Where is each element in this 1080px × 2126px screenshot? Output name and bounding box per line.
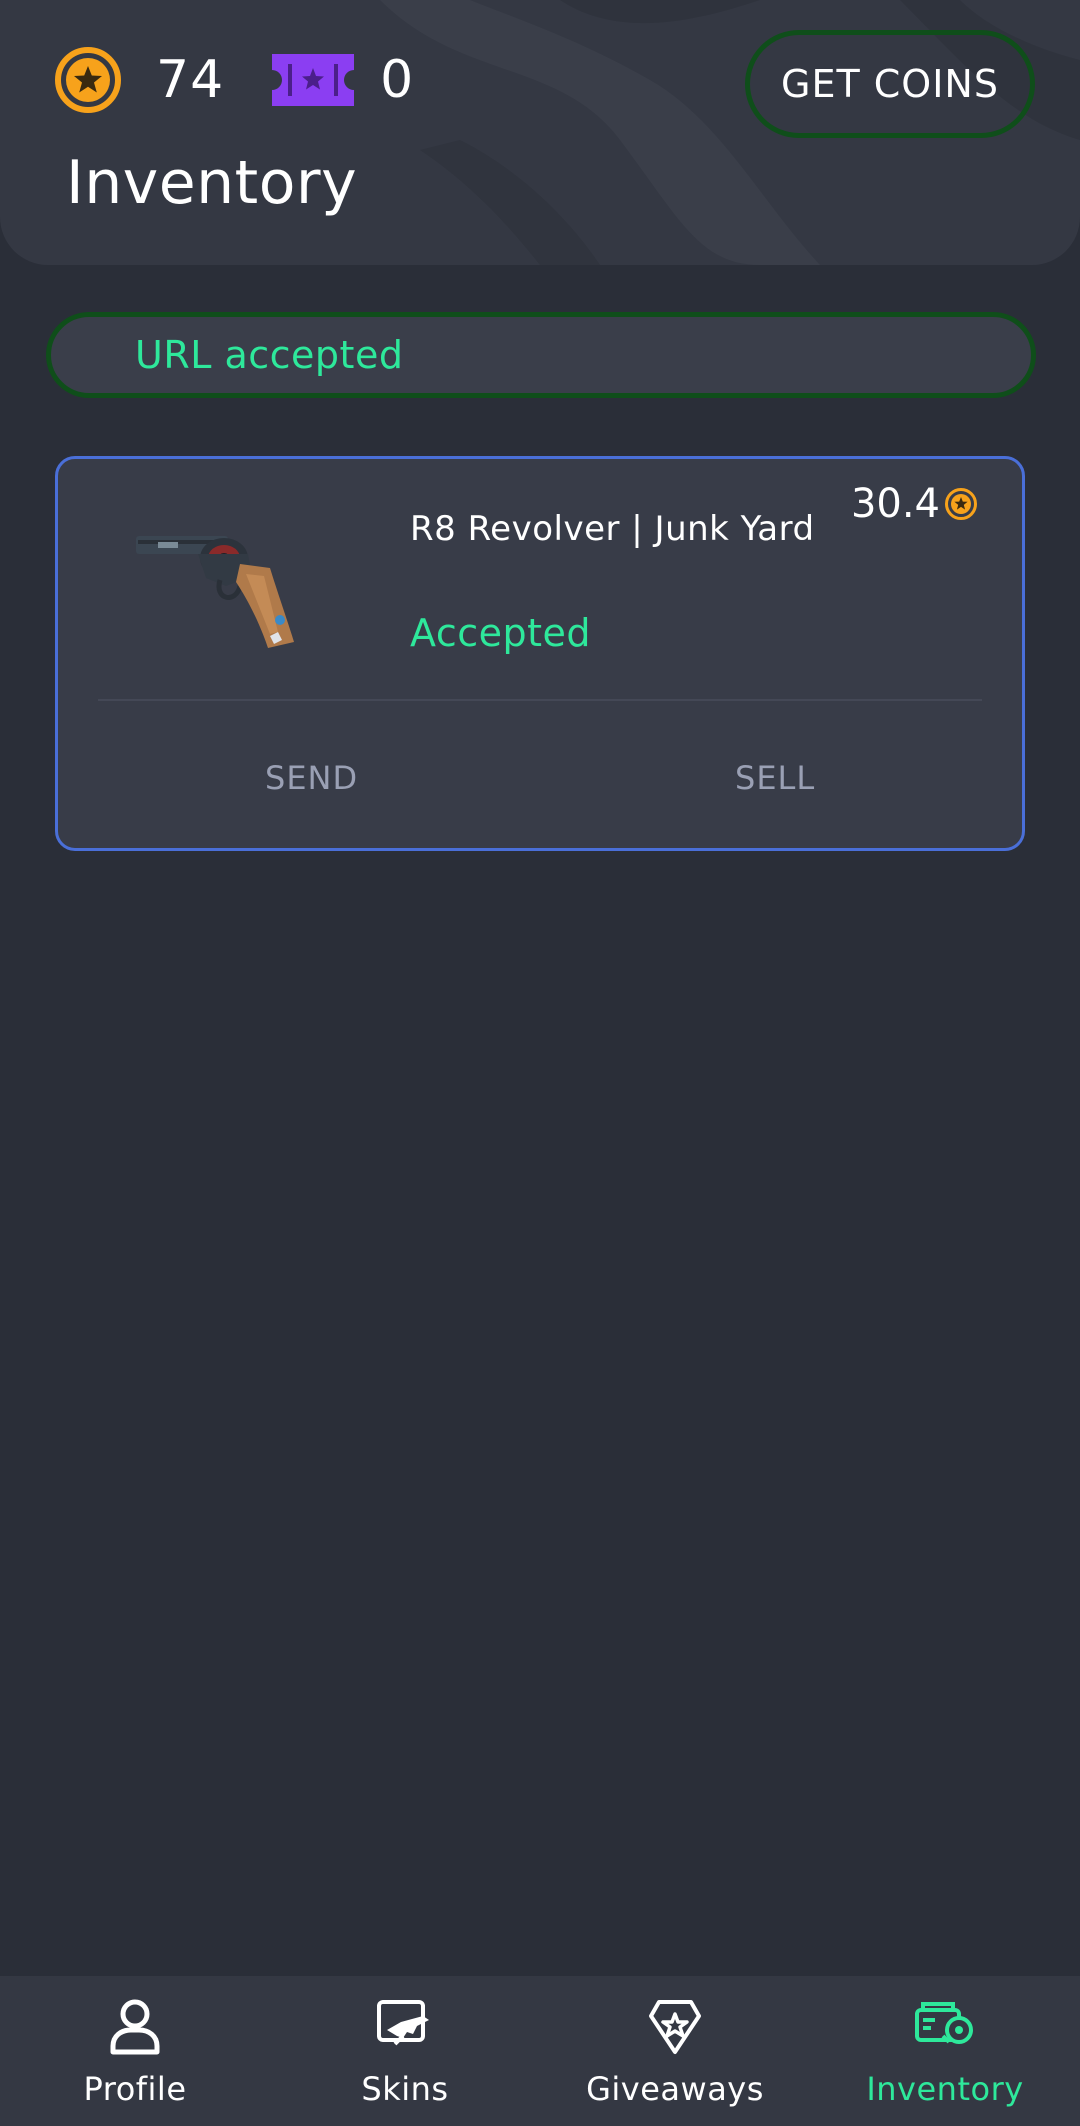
- send-button[interactable]: SEND: [265, 759, 358, 797]
- item-status: Accepted: [410, 611, 592, 655]
- nav-item-giveaways[interactable]: Giveaways: [540, 1976, 810, 2126]
- page-title: Inventory: [66, 148, 358, 218]
- nav-label-profile: Profile: [83, 2070, 187, 2108]
- card-divider: [98, 699, 982, 701]
- inventory-screen: 74 0 GET COINS Inventory URL accepted R8…: [0, 0, 1080, 2126]
- header: 74 0 GET COINS Inventory: [0, 0, 1080, 265]
- balance-bar: 74 0: [54, 46, 413, 114]
- coin-icon: [55, 47, 121, 113]
- nav-item-inventory[interactable]: Inventory: [810, 1976, 1080, 2126]
- ticket-icon: [272, 54, 355, 106]
- item-price: 30.4: [851, 481, 978, 527]
- nav-label-giveaways: Giveaways: [586, 2070, 764, 2108]
- bottom-navigation: Profile Skins Giveaways Inventory: [0, 1976, 1080, 2126]
- profile-icon: [110, 1999, 160, 2055]
- ticket-balance: 0: [380, 50, 414, 110]
- nav-item-skins[interactable]: Skins: [270, 1976, 540, 2126]
- coin-balance: 74: [156, 50, 225, 110]
- coin-icon: [945, 488, 977, 520]
- sell-button[interactable]: SELL: [735, 759, 815, 797]
- inventory-item-card[interactable]: R8 Revolver | Junk Yard Accepted 30.4 SE…: [55, 456, 1025, 851]
- nav-item-profile[interactable]: Profile: [0, 1976, 270, 2126]
- get-coins-button[interactable]: GET COINS: [745, 30, 1035, 138]
- skins-icon: [377, 2000, 429, 2046]
- inventory-icon: [915, 2002, 973, 2044]
- item-price-value: 30.4: [850, 481, 940, 527]
- nav-label-inventory: Inventory: [866, 2070, 1024, 2108]
- revolver-image: [136, 536, 294, 648]
- status-banner: URL accepted: [46, 312, 1036, 398]
- nav-label-skins: Skins: [361, 2070, 449, 2108]
- item-name: R8 Revolver | Junk Yard: [410, 509, 815, 549]
- giveaways-icon: [649, 2000, 701, 2054]
